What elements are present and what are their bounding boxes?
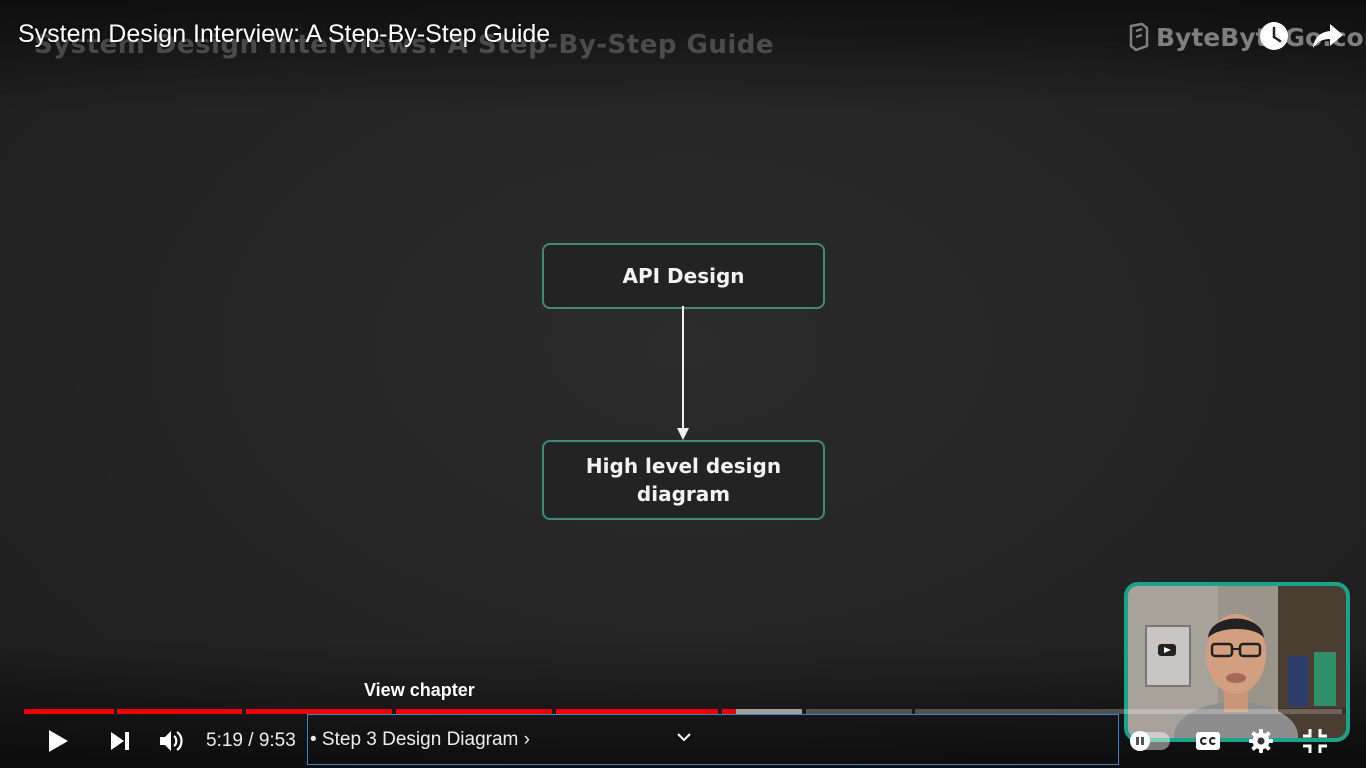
next-button[interactable] bbox=[100, 724, 140, 758]
current-time: 5:19 bbox=[206, 730, 243, 751]
settings-icon bbox=[1249, 729, 1273, 753]
captions-icon bbox=[1196, 732, 1220, 750]
box-label: API Design bbox=[622, 264, 745, 288]
pause-icon bbox=[1136, 737, 1144, 745]
exit-fullscreen-icon bbox=[1303, 729, 1327, 753]
diagram-box-api-design: API Design bbox=[542, 243, 825, 309]
chapter-segment[interactable] bbox=[24, 709, 114, 714]
chapter-segment[interactable] bbox=[117, 709, 242, 714]
time-display: 5:19 / 9:53 bbox=[206, 730, 296, 752]
progress-played bbox=[24, 709, 114, 714]
share-button[interactable] bbox=[1310, 18, 1346, 54]
next-icon bbox=[111, 732, 129, 750]
presenter-image bbox=[1128, 586, 1346, 738]
chapter-dropdown[interactable] bbox=[670, 725, 698, 749]
watch-later-button[interactable] bbox=[1256, 18, 1292, 54]
share-icon bbox=[1313, 24, 1343, 48]
toggle-knob bbox=[1130, 731, 1150, 751]
play-icon bbox=[49, 730, 68, 752]
box-label-line1: High level design bbox=[585, 454, 782, 478]
settings-button[interactable] bbox=[1241, 724, 1281, 758]
clock-icon bbox=[1260, 22, 1288, 50]
diagram-box-high-level-design: High level design diagram bbox=[542, 440, 825, 520]
duration: 9:53 bbox=[258, 730, 296, 751]
box-label-line2: diagram bbox=[636, 482, 731, 506]
chapter-button[interactable]: • Step 3 Design Diagram › bbox=[307, 714, 1119, 765]
time-separator: / bbox=[248, 730, 254, 751]
presenter-webcam-overlay bbox=[1124, 582, 1350, 742]
captions-button[interactable] bbox=[1188, 724, 1228, 758]
chapter-title[interactable]: • Step 3 Design Diagram › bbox=[310, 729, 530, 751]
diagram-arrow bbox=[677, 306, 689, 440]
play-button[interactable] bbox=[38, 724, 78, 758]
chevron-down-icon bbox=[677, 733, 691, 742]
progress-played bbox=[117, 709, 242, 714]
view-chapter-tooltip: View chapter bbox=[364, 680, 475, 700]
exit-fullscreen-button[interactable] bbox=[1295, 724, 1335, 758]
brand-logo-icon bbox=[1129, 22, 1149, 52]
autoplay-toggle[interactable] bbox=[1130, 731, 1170, 751]
volume-icon bbox=[160, 731, 183, 751]
volume-button[interactable] bbox=[152, 724, 192, 758]
video-title[interactable]: System Design Interview: A Step-By-Step … bbox=[18, 20, 550, 49]
